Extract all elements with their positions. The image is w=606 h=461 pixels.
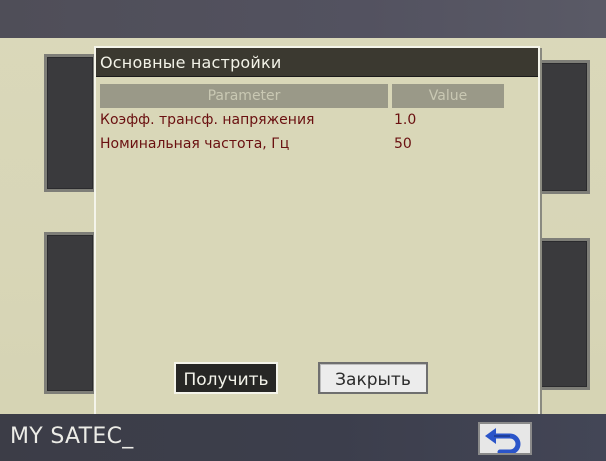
left-bottom-panel	[44, 232, 96, 394]
close-button[interactable]: Закрыть	[318, 362, 428, 394]
back-arrow-icon	[485, 428, 521, 453]
dialog-title: Основные настройки	[100, 53, 282, 72]
row-value: 50	[394, 136, 412, 152]
row-parameter: Коэфф. трансф. напряжения	[100, 112, 315, 128]
table-row[interactable]: Коэфф. трансф. напряжения 1.0	[100, 112, 510, 132]
top-bar	[0, 0, 606, 38]
back-button[interactable]	[478, 422, 532, 455]
left-top-panel	[44, 54, 96, 192]
settings-table: Parameter Value Коэфф. трансф. напряжени…	[100, 84, 510, 156]
device-name: MY SATEC_	[10, 424, 134, 449]
dialog-titlebar: Основные настройки	[96, 48, 538, 77]
right-bottom-panel	[532, 238, 590, 390]
table-row[interactable]: Номинальная частота, Гц 50	[100, 136, 510, 156]
right-top-panel	[532, 60, 590, 194]
device-screen: Основные настройки Parameter Value Коэфф…	[0, 0, 606, 461]
header-value: Value	[392, 84, 504, 108]
row-value: 1.0	[394, 112, 417, 128]
settings-dialog: Основные настройки Parameter Value Коэфф…	[94, 46, 540, 416]
row-parameter: Номинальная частота, Гц	[100, 136, 290, 152]
table-header: Parameter Value	[100, 84, 510, 108]
header-parameter: Parameter	[100, 84, 388, 108]
get-button[interactable]: Получить	[174, 362, 278, 394]
